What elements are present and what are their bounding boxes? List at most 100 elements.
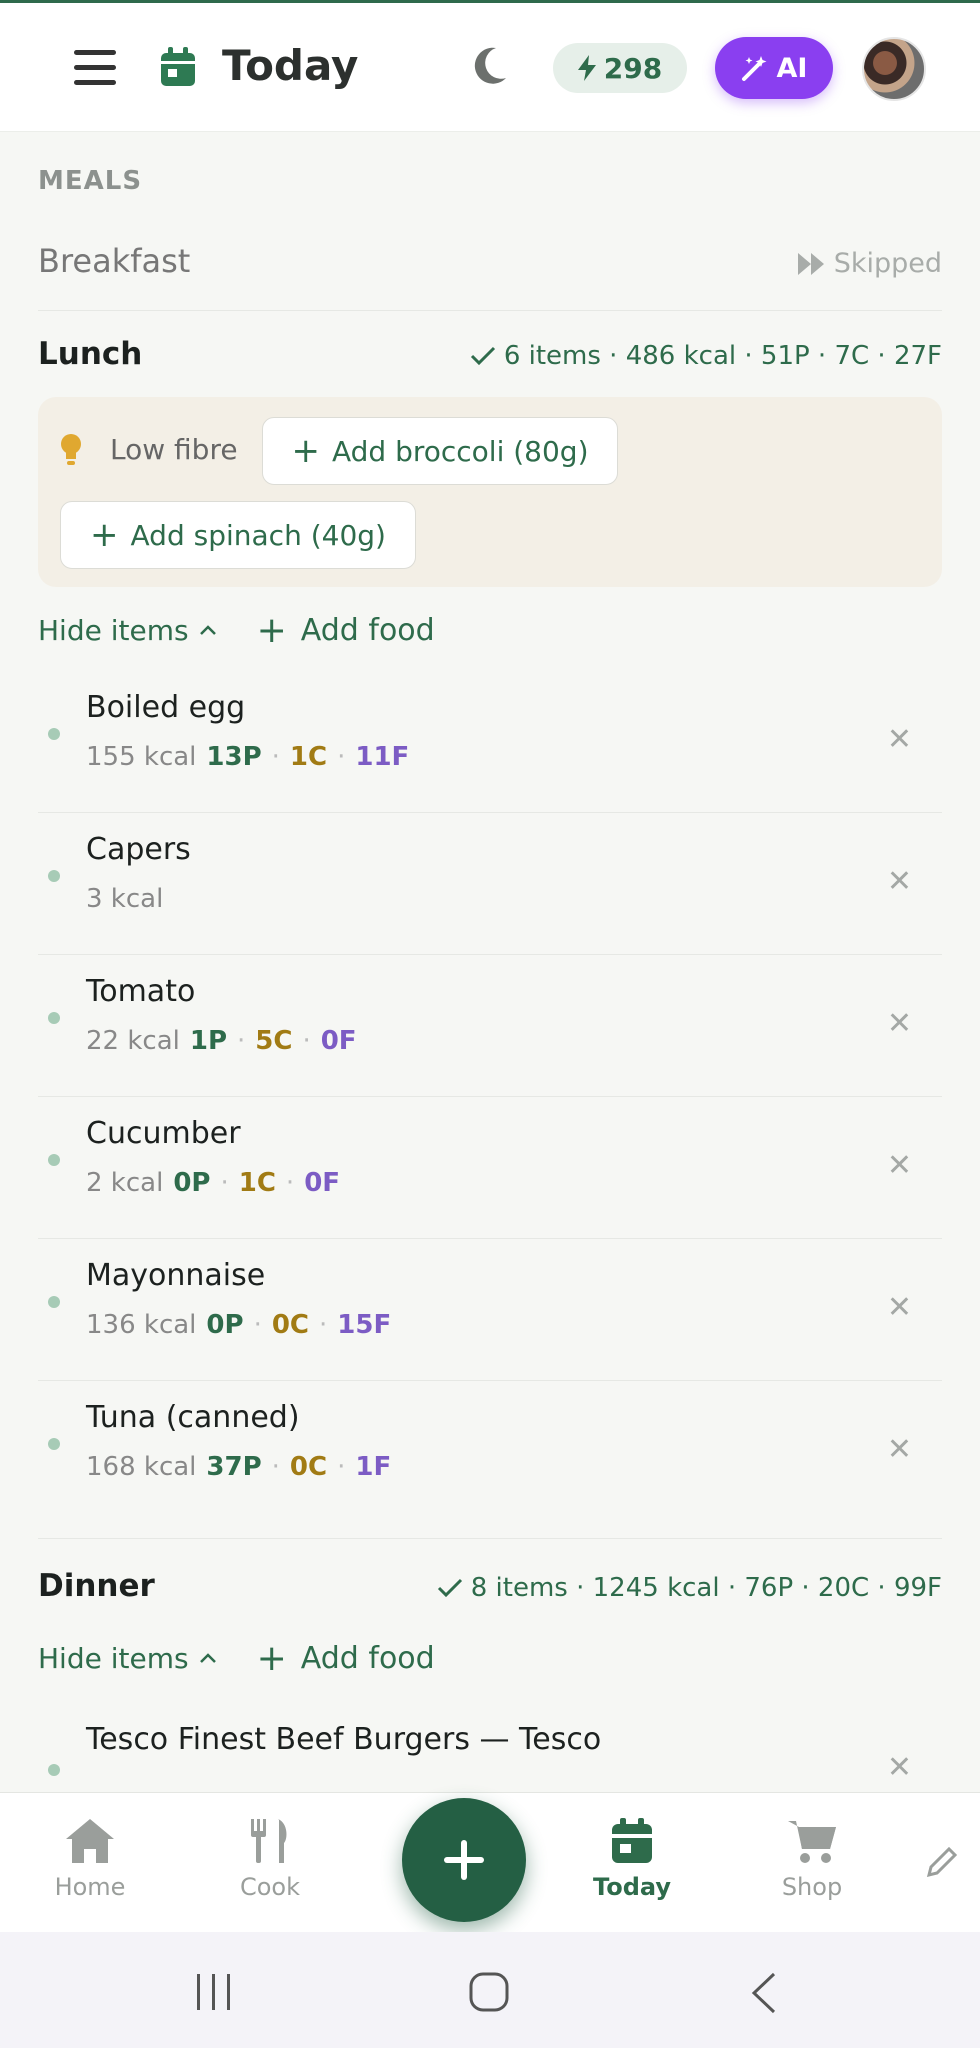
plus-icon: + [291, 431, 320, 471]
food-meta: 2 kcal 0P · 1C · 0F [86, 1168, 341, 1198]
hide-items-label: Hide items [38, 1641, 189, 1675]
item-dot [48, 1154, 60, 1166]
remove-item-icon[interactable]: ✕ [887, 1432, 912, 1467]
item-dot [48, 1764, 60, 1776]
food-item[interactable]: Boiled egg 155 kcal 13P · 1C · 11F ✕ [38, 670, 942, 813]
food-item[interactable]: Tomato 22 kcal 1P · 5C · 0F ✕ [38, 954, 942, 1097]
item-dot [48, 1012, 60, 1024]
food-item[interactable]: Tuna (canned) 168 kcal 37P · 0C · 1F ✕ [38, 1380, 942, 1522]
food-item[interactable]: Cucumber 2 kcal 0P · 1C · 0F ✕ [38, 1096, 942, 1239]
food-name: Tesco Finest Beef Burgers — Tesco [86, 1722, 602, 1757]
add-food-button[interactable]: + Add food [257, 610, 435, 651]
meal-lunch-header[interactable]: Lunch 6 items · 486 kcal · 51P · 7C · 27… [38, 336, 942, 386]
meal-name: Breakfast [38, 242, 191, 280]
back-icon[interactable] [748, 1972, 778, 2014]
chevron-up-icon [199, 1653, 216, 1663]
remove-item-icon[interactable]: ✕ [887, 722, 912, 757]
meals-section-label: MEALS [38, 166, 143, 196]
food-kcal: 168 kcal [86, 1452, 197, 1482]
nav-home[interactable]: Home [30, 1817, 150, 1901]
hide-items-button[interactable]: Hide items [38, 614, 217, 647]
food-item[interactable]: Capers 3 kcal ✕ [38, 812, 942, 955]
meal-dinner-header[interactable]: Dinner 8 items · 1245 kcal · 76P · 20C ·… [38, 1568, 942, 1618]
avatar[interactable] [862, 37, 926, 101]
add-food-button[interactable]: + Add food [257, 1638, 435, 1679]
remove-item-icon[interactable]: ✕ [887, 864, 912, 899]
suggestion-text: Add broccoli (80g) [331, 434, 589, 468]
remove-item-icon[interactable]: ✕ [887, 1148, 912, 1183]
food-meta: 136 kcal 0P · 0C · 15F [86, 1310, 392, 1340]
hide-items-button[interactable]: Hide items [38, 1642, 217, 1675]
nav-label: Home [54, 1873, 126, 1901]
utensils-icon [251, 1819, 287, 1863]
protein-value: 1P [189, 1026, 228, 1056]
meal-breakfast[interactable]: Breakfast Skipped [38, 240, 942, 311]
food-meta: 168 kcal 37P · 0C · 1F [86, 1452, 392, 1482]
ai-button[interactable]: AI [715, 37, 833, 99]
fat-value: 11F [355, 742, 410, 772]
plus-icon: + [256, 609, 287, 651]
protein-value: 0P [206, 1310, 244, 1340]
add-food-label: Add food [300, 612, 435, 648]
bolt-icon [577, 55, 596, 81]
suggestion-label: Low fibre [110, 433, 238, 466]
add-food-label: Add food [300, 1640, 435, 1676]
meal-summary: 8 items · 1245 kcal · 76P · 20C · 99F [437, 1573, 942, 1603]
meal-summary: 6 items · 486 kcal · 51P · 7C · 27F [470, 341, 942, 371]
carbs-value: 5C [255, 1026, 293, 1056]
carbs-value: 0C [289, 1452, 328, 1482]
nav-label: Today [593, 1873, 671, 1901]
remove-item-icon[interactable]: ✕ [887, 1290, 912, 1325]
food-item[interactable]: Tesco Finest Beef Burgers — Tesco ✕ [38, 1698, 942, 1792]
ai-label: AI [776, 52, 808, 84]
cart-icon [788, 1821, 836, 1863]
suggestion-box: Low fibre + Add broccoli (80g) + Add spi… [38, 397, 942, 587]
nav-shop[interactable]: Shop [752, 1817, 872, 1901]
food-name: Mayonnaise [86, 1258, 266, 1293]
moon-icon[interactable] [470, 44, 510, 88]
calendar-icon [161, 47, 195, 86]
food-meta: 22 kcal 1P · 5C · 0F [86, 1026, 357, 1056]
streak-badge[interactable]: 298 [553, 43, 687, 93]
meal-name: Dinner [38, 1568, 155, 1604]
pencil-icon[interactable] [925, 1845, 959, 1879]
menu-icon[interactable] [74, 50, 116, 86]
fat-value: 0F [304, 1168, 341, 1198]
home-system-icon[interactable] [469, 1972, 509, 2012]
check-icon [437, 1578, 462, 1598]
meal-summary-text: 6 items · 486 kcal · 51P · 7C · 27F [503, 341, 942, 371]
add-fab-button[interactable] [402, 1798, 526, 1922]
plus-icon [444, 1840, 484, 1880]
dinner-actions: Hide items + Add food [38, 1638, 435, 1679]
recent-apps-icon[interactable] [195, 1974, 233, 2010]
item-dot [48, 1438, 60, 1450]
suggestion-text: Add spinach (40g) [130, 518, 386, 552]
magic-wand-icon [741, 56, 767, 81]
nav-label: Shop [781, 1873, 843, 1901]
food-meta: 3 kcal [86, 884, 163, 914]
food-name: Boiled egg [86, 690, 246, 725]
divider [38, 1538, 942, 1539]
check-icon [470, 346, 495, 366]
food-kcal: 136 kcal [86, 1310, 197, 1340]
home-icon [66, 1819, 114, 1863]
add-broccoli-button[interactable]: + Add broccoli (80g) [262, 417, 618, 485]
nav-label: Cook [239, 1873, 301, 1901]
add-spinach-button[interactable]: + Add spinach (40g) [60, 501, 416, 569]
food-name: Tuna (canned) [86, 1400, 300, 1435]
carbs-value: 1C [238, 1168, 276, 1198]
skipped-status: Skipped [797, 248, 942, 279]
lightbulb-icon [61, 434, 81, 465]
nav-cook[interactable]: Cook [210, 1817, 330, 1901]
food-name: Capers [86, 832, 191, 867]
protein-value: 13P [206, 742, 262, 772]
food-kcal: 3 kcal [86, 884, 164, 914]
chevron-up-icon [199, 625, 216, 635]
meal-summary-text: 8 items · 1245 kcal · 76P · 20C · 99F [470, 1573, 942, 1603]
remove-item-icon[interactable]: ✕ [887, 1006, 912, 1041]
remove-item-icon[interactable]: ✕ [887, 1750, 912, 1785]
food-item[interactable]: Mayonnaise 136 kcal 0P · 0C · 15F ✕ [38, 1238, 942, 1381]
nav-today[interactable]: Today [572, 1817, 692, 1901]
skip-forward-icon [797, 252, 824, 275]
protein-value: 0P [173, 1168, 211, 1198]
